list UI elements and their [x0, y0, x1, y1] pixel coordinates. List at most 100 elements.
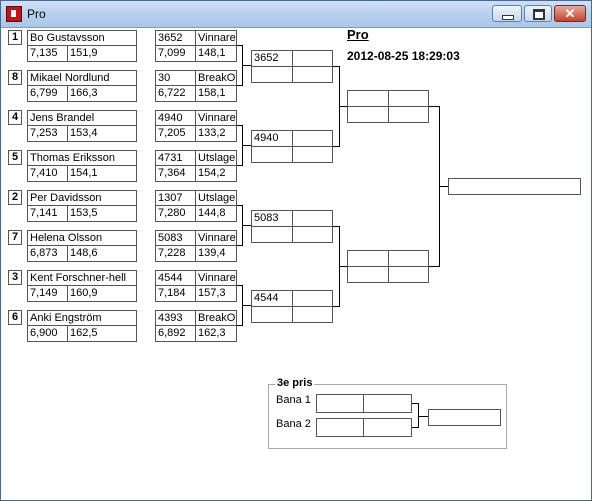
- player-max: 151,9: [70, 47, 98, 59]
- player-avg: 7,149: [28, 286, 68, 301]
- player-avg2: 7,364: [156, 166, 196, 181]
- lane1-label: Bana 1: [276, 394, 311, 406]
- match-cell: [293, 291, 332, 307]
- match-cell: 4940: [252, 131, 293, 147]
- player-score: 4393: [156, 311, 196, 326]
- bracket-area: Pro 2012-08-25 18:29:03 1 Bo Gustavsson 7,…: [1, 27, 591, 500]
- player-card[interactable]: Bo Gustavsson 7,135 151,9: [27, 30, 137, 62]
- player-score: 4544: [156, 271, 196, 286]
- result-card[interactable]: 5083 Vinnare 7,228 139,4: [155, 230, 237, 262]
- match-cell: [389, 91, 428, 107]
- round2-match[interactable]: 4544: [251, 290, 333, 323]
- player-name: Jens Brandel: [28, 111, 136, 126]
- result-card[interactable]: 4544 Vinnare 7,184 157,3: [155, 270, 237, 302]
- match-cell: [389, 107, 428, 122]
- lane-cell: [364, 419, 411, 436]
- seed-badge: 1: [8, 30, 22, 45]
- round2-match[interactable]: 4940: [251, 130, 333, 163]
- player-card[interactable]: Mikael Nordlund 6,799 166,3: [27, 70, 137, 102]
- result-card[interactable]: 30BreakOut6,722158,1: [155, 70, 237, 102]
- bracket-line: [439, 186, 448, 187]
- player-card[interactable]: Jens Brandel 7,253 153,4: [27, 110, 137, 142]
- maximize-button[interactable]: [524, 5, 552, 22]
- bracket-line: [418, 416, 428, 417]
- player-max2: 162,3: [198, 327, 226, 339]
- result-card[interactable]: 4940 Vinnare 7,205 133,2: [155, 110, 237, 142]
- match-cell: [252, 307, 293, 322]
- player-max2: 154,2: [198, 167, 226, 179]
- result-card[interactable]: 3652 Vinnare 7,099 148,1: [155, 30, 237, 62]
- player-status: BreakOut: [196, 72, 236, 86]
- seed-badge: 4: [8, 110, 22, 125]
- player-max: 154,1: [70, 167, 98, 179]
- close-button[interactable]: ✕: [554, 5, 586, 22]
- player-avg2: 7,280: [156, 206, 196, 221]
- window-title: Pro: [27, 7, 46, 21]
- player-name: Mikael Nordlund: [28, 71, 136, 86]
- player-avg2: 6,722: [156, 86, 196, 101]
- player-score: 1307: [156, 191, 196, 206]
- player-status: Vinnare: [196, 32, 236, 46]
- player-avg: 6,799: [28, 86, 68, 101]
- player-name: Bo Gustavsson: [28, 31, 136, 46]
- player-card[interactable]: Thomas Eriksson 7,410 154,1: [27, 150, 137, 182]
- title-bar[interactable]: Pro ✕: [1, 1, 591, 28]
- player-name: Per Davidsson: [28, 191, 136, 206]
- match-cell: [348, 251, 389, 267]
- player-avg2: 7,205: [156, 126, 196, 141]
- minimize-icon: [502, 15, 514, 20]
- seed-badge: 7: [8, 230, 22, 245]
- player-card[interactable]: Anki Engström 6,900 162,5: [27, 310, 137, 342]
- player-card[interactable]: Helena Olsson 6,873 148,6: [27, 230, 137, 262]
- third-place-title: 3e pris: [275, 377, 315, 389]
- player-status: Vinnare: [196, 272, 236, 286]
- player-max2: 144,8: [198, 207, 226, 219]
- round2-match[interactable]: 3652: [251, 50, 333, 83]
- match-cell: [293, 227, 332, 242]
- bracket-line: [242, 225, 251, 226]
- seed-badge: 2: [8, 190, 22, 205]
- player-status: Vinnare: [196, 232, 236, 246]
- match-cell: 3652: [252, 51, 293, 67]
- semifinal-match[interactable]: [347, 90, 429, 123]
- close-icon: ✕: [564, 6, 576, 21]
- lane2-match[interactable]: [316, 418, 412, 437]
- match-cell: [389, 251, 428, 267]
- lane1-match[interactable]: [316, 394, 412, 413]
- match-cell: [252, 147, 293, 162]
- player-max2: 139,4: [198, 247, 226, 259]
- player-status: BreakOut: [196, 312, 236, 326]
- semifinal-match[interactable]: [347, 250, 429, 283]
- result-card[interactable]: 4393BreakOut6,892162,3: [155, 310, 237, 342]
- match-cell: [293, 147, 332, 162]
- match-cell: [293, 67, 332, 82]
- result-card[interactable]: 4731Utslagen7,364154,2: [155, 150, 237, 182]
- lane-cell: [317, 395, 364, 412]
- player-max2: 133,2: [198, 127, 226, 139]
- main-window: Pro ✕ Pro 2012-08-25 18:29:03 1 Bo Gustav…: [0, 0, 592, 501]
- match-cell: [293, 307, 332, 322]
- player-card[interactable]: Kent Forschner-hell 7,149 160,9: [27, 270, 137, 302]
- player-avg: 7,141: [28, 206, 68, 221]
- player-avg2: 7,184: [156, 286, 196, 301]
- player-status: Utslagen: [196, 152, 236, 166]
- result-card[interactable]: 1307Utslagen7,280144,8: [155, 190, 237, 222]
- player-score: 4731: [156, 151, 196, 166]
- third-place-winner-field[interactable]: [428, 409, 501, 426]
- player-max2: 148,1: [198, 47, 226, 59]
- round2-match[interactable]: 5083: [251, 210, 333, 243]
- match-cell: [389, 267, 428, 282]
- player-max: 153,4: [70, 127, 98, 139]
- player-card[interactable]: Per Davidsson 7,141 153,5: [27, 190, 137, 222]
- player-max: 153,5: [70, 207, 98, 219]
- seed-badge: 5: [8, 150, 22, 165]
- datetime-label: 2012-08-25 18:29:03: [347, 49, 460, 63]
- minimize-button[interactable]: [492, 5, 522, 22]
- lane-cell: [317, 419, 364, 436]
- player-max: 166,3: [70, 87, 98, 99]
- player-name: Thomas Eriksson: [28, 151, 136, 166]
- player-max: 148,6: [70, 247, 98, 259]
- maximize-icon: [533, 9, 545, 20]
- bracket-line: [242, 305, 251, 306]
- final-winner-field[interactable]: [448, 178, 581, 195]
